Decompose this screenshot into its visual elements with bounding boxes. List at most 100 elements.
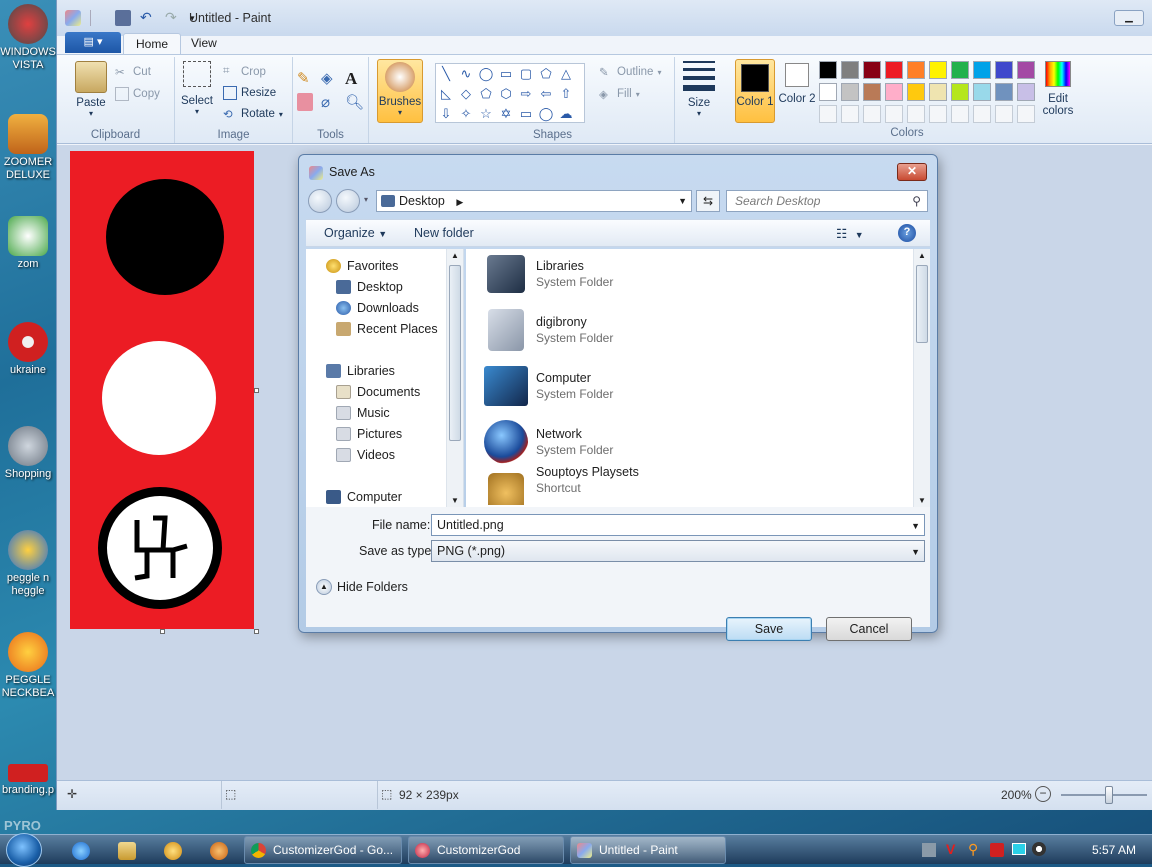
- nav-computer[interactable]: Computer: [326, 490, 402, 504]
- help-icon[interactable]: ?: [898, 224, 916, 242]
- fill-bucket-icon[interactable]: ◈: [321, 69, 343, 87]
- nav-libraries[interactable]: Libraries: [326, 364, 395, 378]
- address-bar[interactable]: Desktop ▶ ▼: [376, 190, 692, 212]
- empty-palette-swatch[interactable]: [995, 105, 1013, 123]
- palette-swatch[interactable]: [929, 83, 947, 101]
- triangle-shape-icon[interactable]: △: [556, 64, 576, 84]
- five-point-star-shape-icon[interactable]: ☆: [476, 104, 496, 124]
- empty-palette-swatch[interactable]: [863, 105, 881, 123]
- palette-swatch[interactable]: [907, 83, 925, 101]
- cloud-callout-shape-icon[interactable]: ☁: [556, 104, 576, 124]
- text-tool-icon[interactable]: A: [345, 69, 367, 88]
- change-view-button[interactable]: ☷ ▼: [836, 226, 866, 241]
- scrollbar-thumb[interactable]: [916, 265, 928, 343]
- four-point-star-shape-icon[interactable]: ✧: [456, 104, 476, 124]
- recent-locations-chevron-icon[interactable]: ▾: [364, 195, 368, 204]
- palette-swatch[interactable]: [973, 83, 991, 101]
- palette-swatch[interactable]: [929, 61, 947, 79]
- nav-documents[interactable]: Documents: [336, 385, 420, 399]
- paste-button[interactable]: Paste ▾: [71, 61, 111, 118]
- rounded-rectangle-shape-icon[interactable]: ▢: [516, 64, 536, 84]
- empty-palette-swatch[interactable]: [885, 105, 903, 123]
- desktop-icon-peggle-nights[interactable]: peggle n heggle: [0, 530, 56, 598]
- minimize-button[interactable]: ▁: [1114, 10, 1144, 26]
- pentagon-shape-icon[interactable]: ⬠: [476, 84, 496, 104]
- select-button[interactable]: Select ▾: [177, 61, 217, 116]
- pencil-icon[interactable]: ✎: [297, 69, 319, 87]
- line-shape-icon[interactable]: ╲: [436, 64, 456, 84]
- antivirus-icon[interactable]: V: [946, 841, 955, 857]
- scroll-up-icon[interactable]: ▲: [918, 251, 926, 260]
- oval-shape-icon[interactable]: ◯: [476, 64, 496, 84]
- webcam-icon[interactable]: [1032, 842, 1046, 856]
- resize-button[interactable]: Resize: [223, 86, 276, 100]
- crop-button[interactable]: ⌗ Crop: [223, 65, 266, 79]
- paint-app-icon[interactable]: [65, 10, 81, 26]
- tab-home[interactable]: Home: [123, 33, 182, 54]
- copy-button[interactable]: Copy: [115, 87, 160, 101]
- flag-icon[interactable]: [990, 843, 1004, 857]
- palette-swatch[interactable]: [907, 61, 925, 79]
- palette-swatch[interactable]: [885, 61, 903, 79]
- nav-pictures[interactable]: Pictures: [336, 427, 402, 441]
- save-as-type-dropdown-icon[interactable]: ▼: [911, 542, 920, 562]
- nav-favorites[interactable]: Favorites: [326, 259, 398, 273]
- scroll-up-icon[interactable]: ▲: [451, 251, 459, 260]
- file-name-dropdown-icon[interactable]: ▼: [911, 516, 920, 536]
- back-button[interactable]: [308, 189, 332, 213]
- taskbar-item-chrome[interactable]: CustomizerGod - Go...: [244, 836, 402, 864]
- fill-button[interactable]: ◈ Fill ▾: [599, 87, 640, 101]
- hexagon-shape-icon[interactable]: ⬡: [496, 84, 516, 104]
- palette-swatch[interactable]: [1017, 61, 1035, 79]
- desktop-icon-shopping[interactable]: Shopping: [0, 426, 56, 481]
- redo-icon[interactable]: ↷: [165, 10, 181, 26]
- zoom-out-button[interactable]: −: [1035, 786, 1051, 802]
- list-item[interactable]: Souptoys Playsets Shortcut: [484, 465, 639, 505]
- nav-desktop[interactable]: Desktop: [336, 280, 403, 294]
- palette-swatch[interactable]: [951, 61, 969, 79]
- forward-button[interactable]: [336, 189, 360, 213]
- save-icon[interactable]: [115, 10, 131, 26]
- down-arrow-shape-icon[interactable]: ⇩: [436, 104, 456, 124]
- rotate-button[interactable]: ⟲ Rotate ▾: [223, 107, 283, 121]
- scroll-down-icon[interactable]: ▼: [451, 496, 459, 505]
- right-arrow-shape-icon[interactable]: ⇨: [516, 84, 536, 104]
- empty-palette-swatch[interactable]: [929, 105, 947, 123]
- six-point-star-shape-icon[interactable]: ✡: [496, 104, 516, 124]
- organize-button[interactable]: Organize ▼: [324, 226, 387, 240]
- desktop-icon-windows-vista[interactable]: WINDOWS VISTA: [0, 4, 56, 72]
- diamond-shape-icon[interactable]: ◇: [456, 84, 476, 104]
- list-item[interactable]: Network System Folder: [484, 417, 613, 467]
- address-dropdown-icon[interactable]: ▼: [678, 191, 687, 211]
- pinned-app-icon[interactable]: [210, 842, 228, 860]
- nav-recent-places[interactable]: Recent Places: [336, 322, 438, 336]
- palette-swatch[interactable]: [885, 83, 903, 101]
- desktop-icon-zoomer[interactable]: ZOOMER DELUXE: [0, 114, 56, 182]
- resize-handle-bottom[interactable]: [160, 629, 165, 634]
- polygon-shape-icon[interactable]: ⬠: [536, 64, 556, 84]
- desktop-icon-ukraine[interactable]: ukraine: [0, 322, 56, 377]
- cut-button[interactable]: ✂ Cut: [115, 65, 151, 79]
- resize-handle-right[interactable]: [254, 388, 259, 393]
- palette-swatch[interactable]: [819, 83, 837, 101]
- palette-swatch[interactable]: [951, 83, 969, 101]
- shapes-gallery[interactable]: ╲ ∿ ◯ ▭ ▢ ⬠ △ ◺ ◇ ⬠ ⬡ ⇨ ⇦ ⇧ ⇩ ✧ ☆ ✡ ▭ ◯ ☁: [435, 63, 585, 123]
- oval-callout-shape-icon[interactable]: ◯: [536, 104, 556, 124]
- nav-pane-scrollbar[interactable]: ▲ ▼: [446, 249, 463, 507]
- desktop-icon-branding[interactable]: branding.p: [0, 764, 56, 797]
- empty-palette-swatch[interactable]: [973, 105, 991, 123]
- palette-swatch[interactable]: [841, 83, 859, 101]
- nav-downloads[interactable]: Downloads: [336, 301, 419, 315]
- nav-videos[interactable]: Videos: [336, 448, 395, 462]
- palette-swatch[interactable]: [973, 61, 991, 79]
- outline-button[interactable]: ✎ Outline ▾: [599, 65, 661, 79]
- palette-swatch[interactable]: [1017, 83, 1035, 101]
- media-player-icon[interactable]: [164, 842, 182, 860]
- brushes-button[interactable]: Brushes ▾: [377, 59, 423, 123]
- internet-explorer-icon[interactable]: [72, 842, 90, 860]
- file-menu-button[interactable]: ▤ ▾: [65, 32, 121, 53]
- hide-folders-button[interactable]: ▲ Hide Folders: [316, 579, 408, 595]
- empty-palette-swatch[interactable]: [819, 105, 837, 123]
- file-list-scrollbar[interactable]: ▲ ▼: [913, 249, 930, 507]
- new-folder-button[interactable]: New folder: [414, 226, 474, 240]
